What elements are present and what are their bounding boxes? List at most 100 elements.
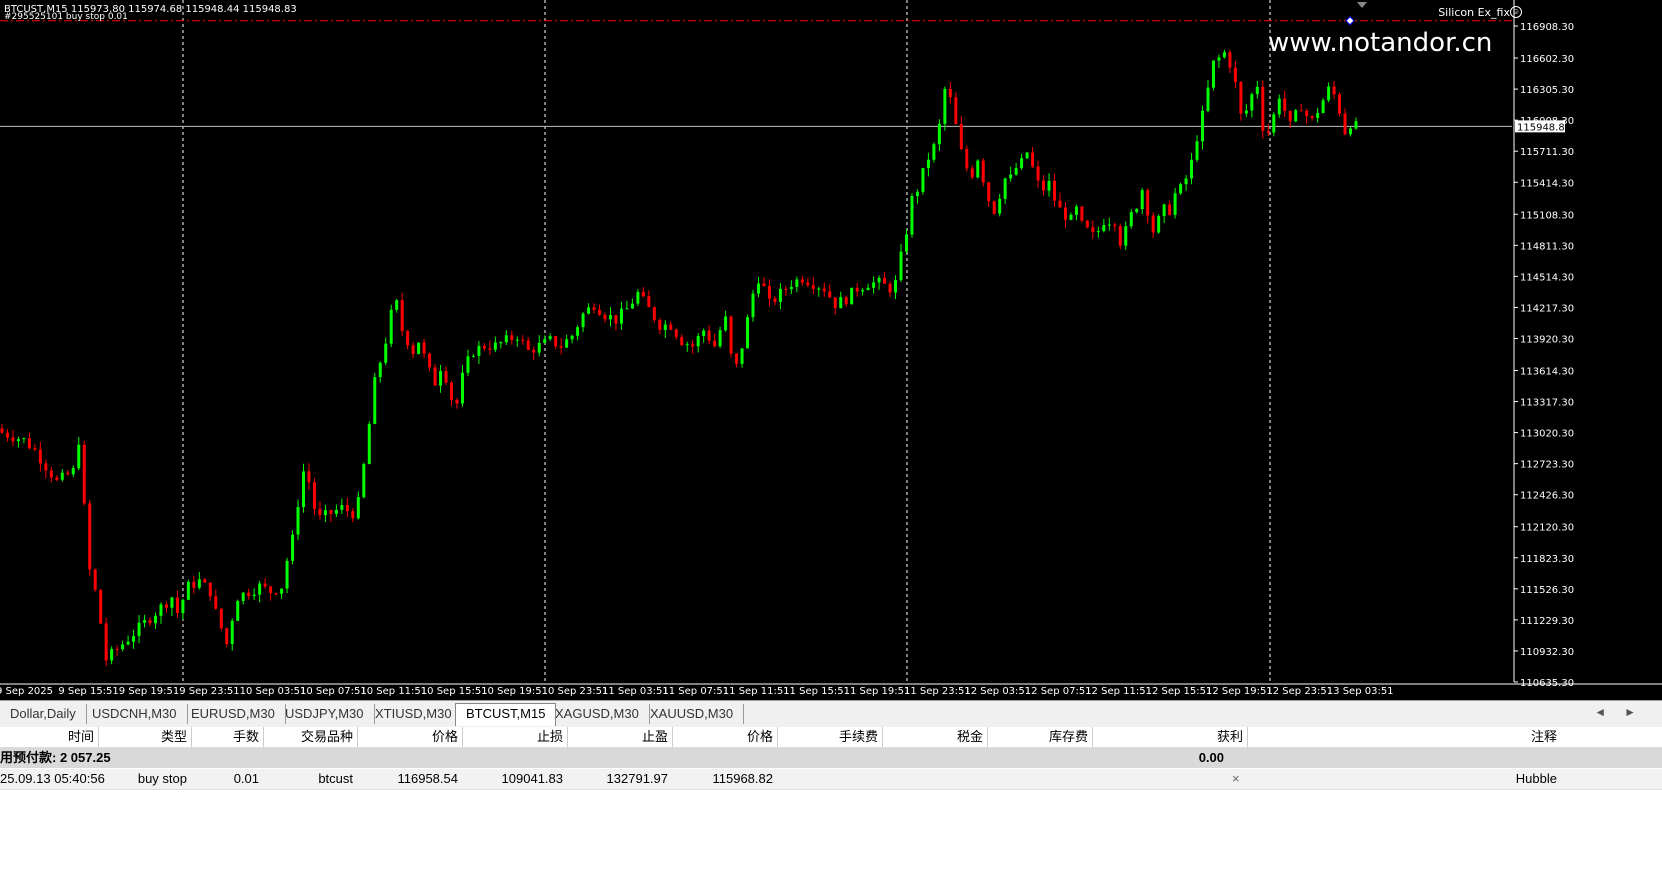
price-tick-label: 113317.30 (1520, 398, 1574, 409)
order-tp[interactable]: 132791.97 (567, 769, 672, 789)
tab-scroll-arrows[interactable]: ◄► (1594, 705, 1654, 719)
bear-candle (192, 581, 196, 588)
time-tick-label: 10 Sep 15:51 (421, 686, 488, 697)
chart-window[interactable]: 116908.30116602.30116305.30116008.301157… (0, 0, 1662, 700)
price-tick-label: 111229.30 (1520, 616, 1574, 627)
table-header-row: 时间 类型 手数 交易品种 价格 止损 止盈 价格 手续费 税金 库存费 获利 … (0, 727, 1662, 748)
price-tick-label: 114811.30 (1520, 241, 1574, 252)
tab-btcust[interactable]: BTCUST,M15 (455, 703, 557, 726)
col-comment[interactable]: 注释 (1247, 727, 1561, 747)
bull-candle (998, 198, 1002, 214)
table-row[interactable]: 25.09.13 05:40:56 buy stop 0.01 btcust 1… (0, 769, 1662, 790)
bull-candle (619, 308, 623, 324)
expert-advisor-label[interactable]: Silicon Ex_fix (1438, 6, 1510, 19)
bear-candle (400, 300, 404, 332)
bear-candle (1228, 52, 1232, 68)
bull-candle (197, 579, 201, 588)
col-swap[interactable]: 库存费 (987, 727, 1093, 747)
col-symbol[interactable]: 交易品种 (263, 727, 358, 747)
bull-candle (186, 581, 190, 600)
bull-candle (537, 342, 541, 353)
bull-candle (915, 191, 919, 197)
col-lots[interactable]: 手数 (191, 727, 264, 747)
bear-candle (1151, 215, 1155, 233)
bull-candle (389, 309, 393, 344)
bull-candle (356, 497, 360, 519)
bull-candle (1211, 60, 1215, 88)
balance-row[interactable]: 用预付款: 2 057.25 0.00 (0, 748, 1662, 768)
bear-candle (987, 182, 991, 202)
col-commission[interactable]: 手续费 (777, 727, 883, 747)
bull-candle (663, 324, 667, 331)
tab-xtiusd[interactable]: XTIUSD,M30 (365, 704, 463, 724)
col-type[interactable]: 类型 (98, 727, 192, 747)
bear-candle (680, 336, 684, 346)
col-current-price[interactable]: 价格 (672, 727, 778, 747)
time-tick-label: 9 Sep 2025 (0, 686, 53, 697)
tab-xagusd[interactable]: XAGUSD,M30 (545, 704, 650, 724)
bull-candle (630, 303, 634, 309)
order-sl[interactable]: 109041.83 (462, 769, 567, 789)
bull-candle (1195, 141, 1199, 160)
tab-dollar-daily[interactable]: Dollar,Daily (0, 704, 87, 724)
bull-candle (740, 348, 744, 364)
tab-eurusd[interactable]: EURUSD,M30 (181, 704, 286, 724)
bear-candle (225, 628, 229, 644)
bull-candle (126, 641, 130, 645)
tab-xauusd[interactable]: XAUUSD,M30 (640, 704, 745, 724)
col-profit[interactable]: 获利 (1092, 727, 1248, 747)
bear-candle (1283, 98, 1287, 111)
bear-candle (433, 367, 437, 386)
bear-candle (735, 353, 739, 364)
bear-candle (49, 470, 53, 478)
bear-candle (554, 336, 558, 347)
price-chart[interactable]: 116908.30116602.30116305.30116008.301157… (0, 0, 1662, 700)
bull-candle (1272, 114, 1276, 133)
smiley-icon[interactable]: ☺ (1510, 6, 1522, 18)
bull-candle (1217, 57, 1221, 61)
chevron-right-icon[interactable]: ► (1624, 705, 1654, 719)
bear-candle (948, 88, 952, 98)
col-tax[interactable]: 税金 (882, 727, 988, 747)
bull-candle (1025, 152, 1029, 159)
col-tp[interactable]: 止盈 (567, 727, 673, 747)
bear-candle (992, 201, 996, 214)
bear-candle (669, 324, 673, 330)
bull-candle (1294, 110, 1298, 122)
bull-candle (795, 279, 799, 287)
col-time[interactable]: 时间 (0, 727, 99, 747)
col-sl[interactable]: 止损 (462, 727, 568, 747)
bull-candle (323, 510, 327, 516)
bear-candle (707, 330, 711, 341)
price-tick-label: 116908.30 (1520, 22, 1574, 33)
price-tick-label: 110932.30 (1520, 647, 1574, 658)
bull-candle (280, 588, 284, 594)
bear-candle (203, 579, 207, 583)
chevron-left-icon[interactable]: ◄ (1594, 705, 1624, 719)
bear-candle (329, 510, 333, 514)
bull-candle (872, 282, 876, 288)
time-tick-label: 11 Sep 23:51 (904, 686, 971, 697)
bear-candle (521, 339, 525, 341)
bear-candle (647, 296, 651, 308)
bear-candle (526, 340, 530, 350)
tab-usdcnh[interactable]: USDCNH,M30 (82, 704, 188, 724)
bull-candle (477, 345, 481, 356)
price-tick-label: 113920.30 (1520, 334, 1574, 345)
bull-candle (861, 290, 865, 292)
watermark: www.notandor.cn (1268, 28, 1493, 58)
close-order-icon[interactable]: × (1232, 769, 1240, 789)
bear-candle (488, 348, 492, 350)
bear-candle (965, 149, 969, 169)
bull-candle (899, 251, 903, 281)
bull-candle (258, 583, 262, 595)
bull-candle (378, 362, 382, 378)
bull-candle (1222, 52, 1226, 58)
bear-candle (27, 438, 31, 449)
price-tick-label: 115108.30 (1520, 210, 1574, 221)
col-price[interactable]: 价格 (357, 727, 463, 747)
time-tick-label: 10 Sep 23:51 (542, 686, 609, 697)
tab-usdjpy[interactable]: USDJPY,M30 (275, 704, 375, 724)
bull-candle (515, 339, 519, 341)
bear-candle (93, 569, 97, 590)
